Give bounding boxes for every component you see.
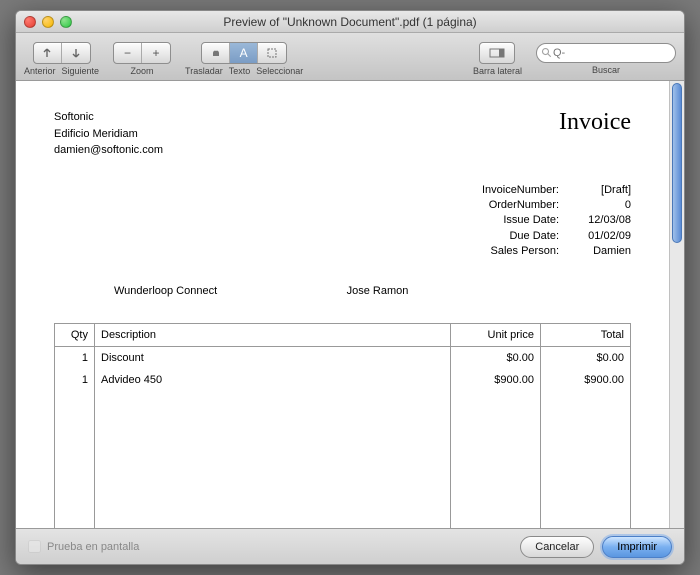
- search-icon: [541, 47, 553, 59]
- sender-address: Edificio Meridiam: [54, 126, 163, 143]
- sender-name: Softonic: [54, 109, 163, 126]
- document-viewport: Softonic Edificio Meridiam damien@softon…: [16, 81, 684, 528]
- zoom-in-button[interactable]: +: [142, 43, 170, 63]
- toolbar: Anterior Siguiente − + Zoom A Trasladar …: [16, 33, 684, 81]
- meta-issue-date: 12/03/08: [571, 213, 631, 228]
- invoice-title: Invoice: [559, 109, 631, 159]
- minimize-icon[interactable]: [42, 16, 54, 28]
- meta-invoice-number-label: InvoiceNumber:: [469, 183, 559, 198]
- invoice-table: Qty Description Unit price Total 1 Disco…: [54, 323, 631, 528]
- soft-proof-input[interactable]: [28, 540, 41, 553]
- party-from: Wunderloop Connect: [114, 285, 347, 297]
- prev-label: Anterior: [24, 66, 56, 76]
- meta-order-number: 0: [571, 198, 631, 213]
- col-total: Total: [541, 324, 631, 347]
- meta-sales-label: Sales Person:: [469, 244, 559, 259]
- prev-button[interactable]: [34, 43, 62, 63]
- nav-group: Anterior Siguiente: [24, 42, 99, 76]
- preview-window: Preview of "Unknown Document".pdf (1 pág…: [15, 10, 685, 565]
- cancel-button[interactable]: Cancelar: [520, 536, 594, 558]
- col-qty: Qty: [55, 324, 95, 347]
- window-title: Preview of "Unknown Document".pdf (1 pág…: [16, 15, 684, 29]
- scrollbar-thumb[interactable]: [672, 83, 682, 243]
- next-label: Siguiente: [62, 66, 100, 76]
- table-row: 1 Advideo 450 $900.00 $900.00: [55, 369, 631, 391]
- search-input[interactable]: [553, 47, 663, 59]
- zoom-label: Zoom: [131, 66, 154, 76]
- meta-order-number-label: OrderNumber:: [469, 198, 559, 213]
- search-field[interactable]: [536, 43, 676, 63]
- zoom-window-icon[interactable]: [60, 16, 72, 28]
- traffic-lights: [24, 16, 72, 28]
- select-tool-button[interactable]: [258, 43, 286, 63]
- text-tool-button[interactable]: A: [230, 43, 258, 63]
- sheet-footer: Prueba en pantalla Cancelar Imprimir: [16, 528, 684, 564]
- sidebar-group: Barra lateral: [473, 42, 522, 76]
- text-label: Texto: [229, 66, 251, 76]
- table-row: [55, 391, 631, 528]
- search-label: Buscar: [592, 65, 620, 75]
- meta-issue-label: Issue Date:: [469, 213, 559, 228]
- meta-due-date: 01/02/09: [571, 229, 631, 244]
- zoom-out-button[interactable]: −: [114, 43, 142, 63]
- col-price: Unit price: [451, 324, 541, 347]
- sender-email: damien@softonic.com: [54, 142, 163, 159]
- tool-group: A Trasladar Texto Seleccionar: [185, 42, 303, 76]
- close-icon[interactable]: [24, 16, 36, 28]
- sidebar-label: Barra lateral: [473, 66, 522, 76]
- titlebar: Preview of "Unknown Document".pdf (1 pág…: [16, 11, 684, 33]
- vertical-scrollbar[interactable]: [669, 81, 684, 528]
- print-button[interactable]: Imprimir: [602, 536, 672, 558]
- search-group: Buscar: [536, 43, 676, 75]
- meta-sales-person: Damien: [571, 244, 631, 259]
- next-button[interactable]: [62, 43, 90, 63]
- col-desc: Description: [95, 324, 451, 347]
- parties-row: Wunderloop Connect Jose Ramon: [54, 285, 631, 297]
- move-tool-button[interactable]: [202, 43, 230, 63]
- invoice-meta: InvoiceNumber: [Draft] OrderNumber: 0 Issu…: [54, 183, 631, 260]
- move-label: Trasladar: [185, 66, 223, 76]
- pdf-page: Softonic Edificio Meridiam damien@softon…: [16, 81, 669, 528]
- party-to: Jose Ramon: [347, 285, 580, 297]
- sender-block: Softonic Edificio Meridiam damien@softon…: [54, 109, 163, 159]
- select-label: Seleccionar: [256, 66, 303, 76]
- soft-proof-checkbox[interactable]: Prueba en pantalla: [28, 540, 139, 553]
- table-row: 1 Discount $0.00 $0.00: [55, 347, 631, 370]
- meta-invoice-number: [Draft]: [571, 183, 631, 198]
- zoom-group: − + Zoom: [113, 42, 171, 76]
- sidebar-toggle-button[interactable]: [480, 43, 514, 63]
- meta-due-label: Due Date:: [469, 229, 559, 244]
